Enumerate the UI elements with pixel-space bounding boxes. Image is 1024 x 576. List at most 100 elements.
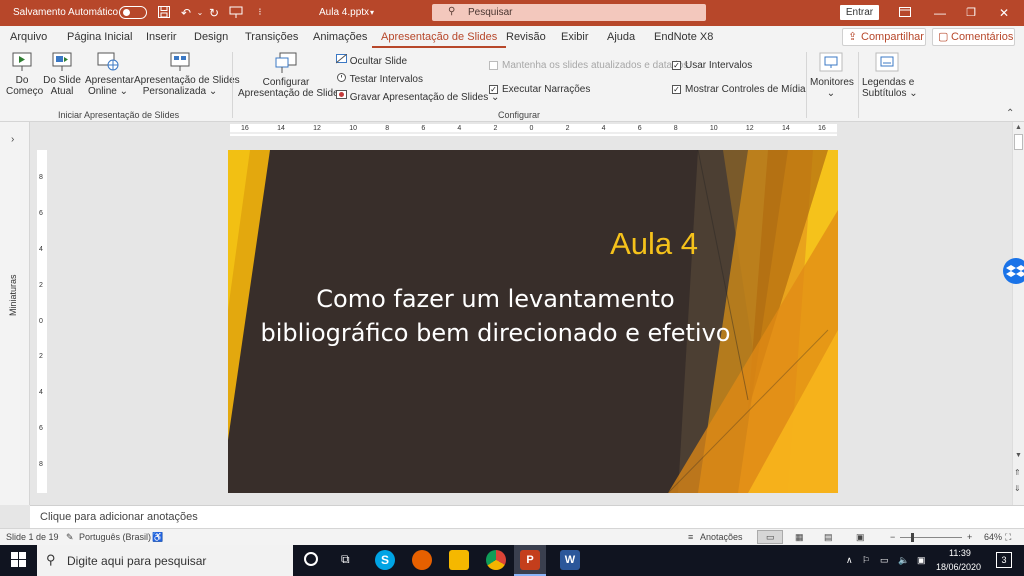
zoom-in-icon[interactable]: + xyxy=(967,532,972,542)
slide-title[interactable]: Como fazer um levantamento bibliográfico… xyxy=(258,282,733,350)
zoom-level[interactable]: 64% xyxy=(984,532,1002,542)
windows-start-icon[interactable] xyxy=(11,552,26,570)
chevron-down-icon[interactable]: ▾ xyxy=(370,8,374,17)
reading-view-icon[interactable]: ▤ xyxy=(824,532,833,543)
restore-icon[interactable]: ❐ xyxy=(963,5,979,21)
from-beginning-line1: Do xyxy=(15,75,29,86)
present-online-line2: Online xyxy=(87,86,117,97)
zoom-out-icon[interactable]: − xyxy=(890,532,895,542)
tab-apresentacao-de-slides[interactable]: Apresentação de Slides xyxy=(371,31,507,48)
present-icon[interactable] xyxy=(228,5,244,21)
tab-revisao[interactable]: Revisão xyxy=(506,31,546,43)
captions-button[interactable]: Legendas e Subtítulos ⌄ xyxy=(862,52,918,99)
proofing-icon[interactable]: ✎ xyxy=(66,532,74,543)
record-slideshow-button[interactable]: Gravar Apresentação de Slides ⌄ xyxy=(336,90,499,103)
group-label-setup: Configurar xyxy=(498,110,541,120)
taskbar-powerpoint-active[interactable]: P xyxy=(514,545,546,576)
ribbon-display-icon[interactable] xyxy=(897,5,913,21)
comments-button[interactable]: ▢ Comentários xyxy=(932,28,1015,46)
redo-icon[interactable]: ↻ xyxy=(206,5,222,21)
clock-time[interactable]: 11:39 xyxy=(949,548,971,558)
notification-count: 3 xyxy=(1001,555,1007,565)
signin-button[interactable]: Entrar xyxy=(840,5,879,20)
tray-overflow-icon[interactable]: ∧ xyxy=(846,555,853,566)
thumbnails-label[interactable]: Miniaturas xyxy=(8,274,18,316)
task-view-icon[interactable]: ⧉ xyxy=(341,552,350,567)
tab-design[interactable]: Design xyxy=(194,31,228,43)
monitors-button[interactable]: Monitores ⌄ xyxy=(810,52,854,99)
share-button[interactable]: ⇪ Compartilhar xyxy=(842,28,926,46)
keep-updated-checkbox[interactable] xyxy=(489,61,498,70)
language-indicator[interactable]: Português (Brasil) xyxy=(79,532,151,542)
chrome-icon[interactable] xyxy=(486,550,506,570)
cortana-icon[interactable] xyxy=(304,552,318,566)
notification-center-icon[interactable]: 3 xyxy=(996,552,1012,568)
firefox-icon[interactable] xyxy=(412,550,432,570)
file-explorer-icon[interactable] xyxy=(449,550,469,570)
ruler-label: 2 xyxy=(565,125,570,132)
status-bar: Slide 1 de 19 ✎ Português (Brasil) ♿ ≡ A… xyxy=(0,528,1024,545)
vertical-scrollbar[interactable]: ▲ ▼ ⇑ ⇓ xyxy=(1012,122,1024,505)
scroll-thumb[interactable] xyxy=(1014,134,1023,150)
media-controls-checkbox[interactable]: ✓ xyxy=(672,85,681,94)
windows-taskbar: ⚲ Digite aqui para pesquisar ⧉ S P W ∧ ⚐… xyxy=(0,545,1024,576)
autosave-toggle[interactable] xyxy=(119,6,147,19)
tab-transicoes[interactable]: Transições xyxy=(245,31,298,43)
clock-date[interactable]: 18/06/2020 xyxy=(936,562,981,572)
tab-exibir[interactable]: Exibir xyxy=(561,31,589,43)
accessibility-icon[interactable]: ♿ xyxy=(152,532,163,543)
tab-inserir[interactable]: Inserir xyxy=(146,31,177,43)
scroll-up-icon[interactable]: ▲ xyxy=(1015,124,1022,131)
hide-slide-button[interactable]: Ocultar Slide xyxy=(335,53,407,67)
battery-icon[interactable]: ▭ xyxy=(880,555,889,566)
zoom-slider[interactable] xyxy=(900,533,962,542)
from-current-slide-button[interactable]: Do Slide Atual xyxy=(43,52,81,97)
chevron-down-icon: ⌄ xyxy=(826,88,836,99)
tab-ajuda[interactable]: Ajuda xyxy=(607,31,635,43)
word-icon[interactable]: W xyxy=(560,550,580,570)
ruler-label: 0 xyxy=(529,125,534,132)
taskbar-search[interactable]: ⚲ Digite aqui para pesquisar xyxy=(37,545,293,576)
save-icon[interactable] xyxy=(156,5,172,21)
search-box[interactable]: ⚲ Pesquisar xyxy=(432,4,706,21)
zoom-slider-thumb[interactable] xyxy=(911,533,914,542)
setup-slideshow-button[interactable]: Configurar Apresentação de Slides xyxy=(238,52,344,99)
customize-toolbar-icon[interactable]: ⁝ xyxy=(252,5,268,21)
comment-icon: ▢ xyxy=(938,31,949,43)
network-status-icon[interactable]: ⚐ xyxy=(862,555,870,566)
close-icon[interactable]: ✕ xyxy=(996,5,1012,21)
expand-thumbnails-icon[interactable]: › xyxy=(11,134,14,145)
custom-slideshow-button[interactable]: Apresentação de Slides Personalizada ⌄ xyxy=(134,52,240,97)
rehearse-timings-button[interactable]: Testar Intervalos xyxy=(336,72,423,85)
normal-view-button[interactable]: ▭ xyxy=(757,530,783,544)
use-timings-checkbox[interactable]: ✓ xyxy=(672,61,681,70)
fit-slide-icon[interactable]: ⛶ xyxy=(1005,532,1011,543)
dropbox-icon[interactable] xyxy=(1003,258,1024,284)
scroll-down-icon[interactable]: ▼ xyxy=(1015,452,1022,459)
powerpoint-icon: P xyxy=(520,550,540,570)
notes-toggle[interactable]: Anotações xyxy=(700,532,743,542)
slide-canvas[interactable]: Aula 4 Como fazer um levantamento biblio… xyxy=(228,150,838,493)
tab-pagina-inicial[interactable]: Página Inicial xyxy=(67,31,132,43)
from-current-line2: Atual xyxy=(50,86,74,97)
minimize-icon[interactable]: — xyxy=(932,5,948,21)
previous-slide-icon[interactable]: ⇑ xyxy=(1014,468,1021,477)
tab-animacoes[interactable]: Animações xyxy=(313,31,367,43)
play-narrations-checkbox[interactable]: ✓ xyxy=(489,85,498,94)
volume-icon[interactable]: 🔈 xyxy=(898,555,909,566)
slide-subtitle[interactable]: Aula 4 xyxy=(610,226,698,262)
tab-arquivo[interactable]: Arquivo xyxy=(10,31,47,43)
notes-pane[interactable]: Clique para adicionar anotações xyxy=(30,505,1024,528)
ruler-label: 14 xyxy=(277,125,285,132)
ruler-label: 10 xyxy=(709,125,718,132)
app-tray-icon[interactable]: ▣ xyxy=(917,555,926,566)
present-online-button[interactable]: Apresentar Online ⌄ xyxy=(85,52,134,97)
slide-sorter-icon[interactable]: ▦ xyxy=(795,532,804,543)
slideshow-view-icon[interactable]: ▣ xyxy=(856,532,865,543)
normal-view-icon: ▭ xyxy=(766,532,775,542)
from-beginning-button[interactable]: Do Começo xyxy=(6,52,43,97)
tab-endnote[interactable]: EndNote X8 xyxy=(654,31,713,43)
collapse-ribbon-icon[interactable]: ⌃ xyxy=(1006,108,1014,119)
next-slide-icon[interactable]: ⇓ xyxy=(1014,484,1021,493)
skype-icon[interactable]: S xyxy=(375,550,395,570)
